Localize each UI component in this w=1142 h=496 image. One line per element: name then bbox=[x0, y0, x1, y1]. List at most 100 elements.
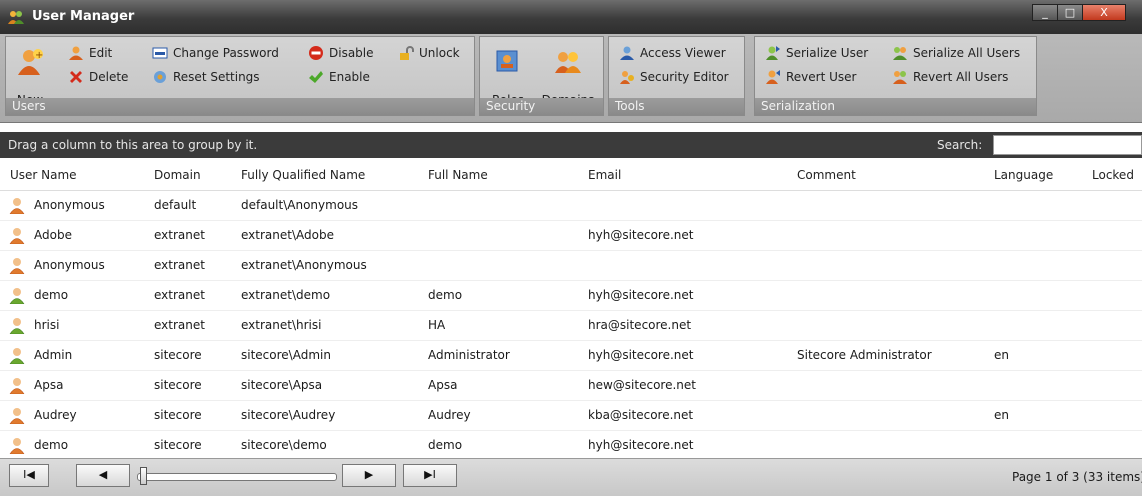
serialize-all-users-button[interactable]: Serialize All Users bbox=[892, 45, 1020, 61]
serialization-group-label: Serialization bbox=[755, 98, 1036, 115]
column-header-locked[interactable]: Locked bbox=[1092, 160, 1134, 190]
cell-domain: extranet bbox=[154, 258, 205, 272]
cell-fully-qualified-name: sitecore\Audrey bbox=[241, 408, 336, 422]
cell-user-name: demo bbox=[34, 288, 69, 302]
user-icon bbox=[9, 258, 25, 274]
disable-button[interactable]: Disable bbox=[308, 45, 374, 61]
cell-email: hyh@sitecore.net bbox=[588, 348, 694, 362]
cell-fully-qualified-name: default\Anonymous bbox=[241, 198, 359, 212]
user-icon bbox=[9, 288, 25, 304]
user-manager-window: User Manager _ □ X + New Edit Delet bbox=[0, 0, 1142, 496]
column-header-language[interactable]: Language bbox=[994, 160, 1053, 190]
column-header-fully-qualified-name[interactable]: Fully Qualified Name bbox=[241, 160, 365, 190]
grid-header: User Name Domain Fully Qualified Name Fu… bbox=[0, 160, 1142, 191]
new-user-button[interactable]: + New bbox=[12, 47, 48, 107]
cell-domain: sitecore bbox=[154, 378, 202, 392]
edit-user-icon bbox=[69, 46, 83, 60]
cell-user-name: demo bbox=[34, 438, 69, 452]
unlock-icon bbox=[400, 46, 414, 60]
ribbon-group-security: Roles Domains Security bbox=[479, 36, 604, 116]
user-icon bbox=[9, 378, 25, 394]
cell-domain: extranet bbox=[154, 228, 205, 242]
disable-label: Disable bbox=[329, 46, 374, 60]
roles-icon bbox=[496, 50, 518, 72]
minimize-button[interactable]: _ bbox=[1032, 4, 1058, 21]
last-page-button[interactable]: ▶I bbox=[403, 464, 457, 487]
serialize-user-label: Serialize User bbox=[786, 46, 869, 60]
unlock-label: Unlock bbox=[419, 46, 460, 60]
domains-button[interactable]: Domains bbox=[538, 47, 598, 107]
next-page-button[interactable]: ▶ bbox=[342, 464, 396, 487]
cell-language: en bbox=[994, 408, 1009, 422]
cell-fully-qualified-name: sitecore\Apsa bbox=[241, 378, 323, 392]
disable-icon bbox=[309, 46, 323, 60]
delete-button[interactable]: Delete bbox=[68, 69, 128, 85]
change-password-label: Change Password bbox=[173, 46, 279, 60]
access-viewer-icon bbox=[620, 46, 634, 60]
security-group-label: Security bbox=[480, 98, 603, 115]
cell-user-name: Anonymous bbox=[34, 258, 105, 272]
enable-button[interactable]: Enable bbox=[308, 69, 370, 85]
table-row[interactable]: Audrey sitecore sitecore\Audrey Audrey kba@s… bbox=[0, 401, 1142, 431]
table-row[interactable]: demo sitecore sitecore\demo demo hyh@sitecor… bbox=[0, 431, 1142, 461]
window-title: User Manager bbox=[32, 9, 135, 24]
delete-label: Delete bbox=[89, 70, 129, 84]
ribbon-group-users: + New Edit Delete Change Password Reset … bbox=[5, 36, 475, 116]
cell-domain: extranet bbox=[154, 288, 205, 302]
window-controls: _ □ X bbox=[1032, 4, 1126, 22]
reset-settings-button[interactable]: Reset Settings bbox=[152, 69, 260, 85]
previous-page-button[interactable]: ◀ bbox=[76, 464, 130, 487]
unlock-button[interactable]: Unlock bbox=[398, 45, 460, 61]
security-editor-icon bbox=[620, 71, 634, 84]
revert-user-button[interactable]: Revert User bbox=[765, 69, 856, 85]
cell-fully-qualified-name: extranet\demo bbox=[241, 288, 331, 302]
security-editor-button[interactable]: Security Editor bbox=[619, 69, 729, 85]
cell-full-name: demo bbox=[428, 288, 463, 302]
table-row[interactable]: Admin sitecore sitecore\Admin Administrator… bbox=[0, 341, 1142, 371]
ribbon-group-tools: Access Viewer Security Editor Tools bbox=[608, 36, 745, 116]
checkmark-icon bbox=[309, 71, 323, 83]
cell-email: hyh@sitecore.net bbox=[588, 438, 694, 452]
revert-all-users-label: Revert All Users bbox=[913, 70, 1009, 84]
search-input[interactable] bbox=[993, 135, 1142, 155]
close-button[interactable]: X bbox=[1082, 4, 1126, 21]
table-row[interactable]: hrisi extranet extranet\hrisi HA hra@sitecor… bbox=[0, 311, 1142, 341]
title-bar: User Manager _ □ X bbox=[0, 0, 1142, 34]
column-header-comment[interactable]: Comment bbox=[797, 160, 856, 190]
revert-user-icon bbox=[766, 70, 780, 84]
table-row[interactable]: Anonymous default default\Anonymous bbox=[0, 191, 1142, 221]
column-header-user-name[interactable]: User Name bbox=[10, 160, 77, 190]
roles-button[interactable]: Roles bbox=[488, 47, 528, 107]
group-by-hint: Drag a column to this area to group by i… bbox=[8, 138, 258, 152]
users-group-label: Users bbox=[6, 98, 474, 115]
user-icon bbox=[9, 228, 25, 244]
table-row[interactable]: Adobe extranet extranet\Adobe hyh@sitecore.… bbox=[0, 221, 1142, 251]
table-row[interactable]: demo extranet extranet\demo demo hyh@sitecor… bbox=[0, 281, 1142, 311]
ribbon: + New Edit Delete Change Password Reset … bbox=[0, 34, 1142, 123]
cell-full-name: Administrator bbox=[428, 348, 510, 362]
user-icon bbox=[9, 348, 25, 364]
page-info: Page 1 of 3 (33 items) bbox=[1012, 470, 1142, 484]
column-header-domain[interactable]: Domain bbox=[154, 160, 201, 190]
serialize-user-button[interactable]: Serialize User bbox=[765, 45, 868, 61]
access-viewer-button[interactable]: Access Viewer bbox=[619, 45, 726, 61]
cell-email: hyh@sitecore.net bbox=[588, 288, 694, 302]
cell-fully-qualified-name: sitecore\demo bbox=[241, 438, 327, 452]
change-password-button[interactable]: Change Password bbox=[152, 45, 279, 61]
cell-full-name: Apsa bbox=[428, 378, 458, 392]
edit-button[interactable]: Edit bbox=[68, 45, 112, 61]
table-row[interactable]: Anonymous extranet extranet\Anonymous bbox=[0, 251, 1142, 281]
column-header-email[interactable]: Email bbox=[588, 160, 621, 190]
page-slider-track[interactable] bbox=[137, 473, 337, 481]
table-row[interactable]: Apsa sitecore sitecore\Apsa Apsa hew@sitecor… bbox=[0, 371, 1142, 401]
column-header-full-name[interactable]: Full Name bbox=[428, 160, 488, 190]
revert-all-users-button[interactable]: Revert All Users bbox=[892, 69, 1008, 85]
page-slider-thumb[interactable] bbox=[140, 467, 147, 485]
first-page-button[interactable]: I◀ bbox=[9, 464, 49, 487]
reset-settings-icon bbox=[154, 71, 166, 83]
ribbon-group-serialization: Serialize User Serialize All Users Rever… bbox=[754, 36, 1037, 116]
tools-group-label: Tools bbox=[609, 98, 744, 115]
cell-user-name: Anonymous bbox=[34, 198, 105, 212]
maximize-button[interactable]: □ bbox=[1057, 4, 1083, 21]
edit-label: Edit bbox=[89, 46, 113, 60]
